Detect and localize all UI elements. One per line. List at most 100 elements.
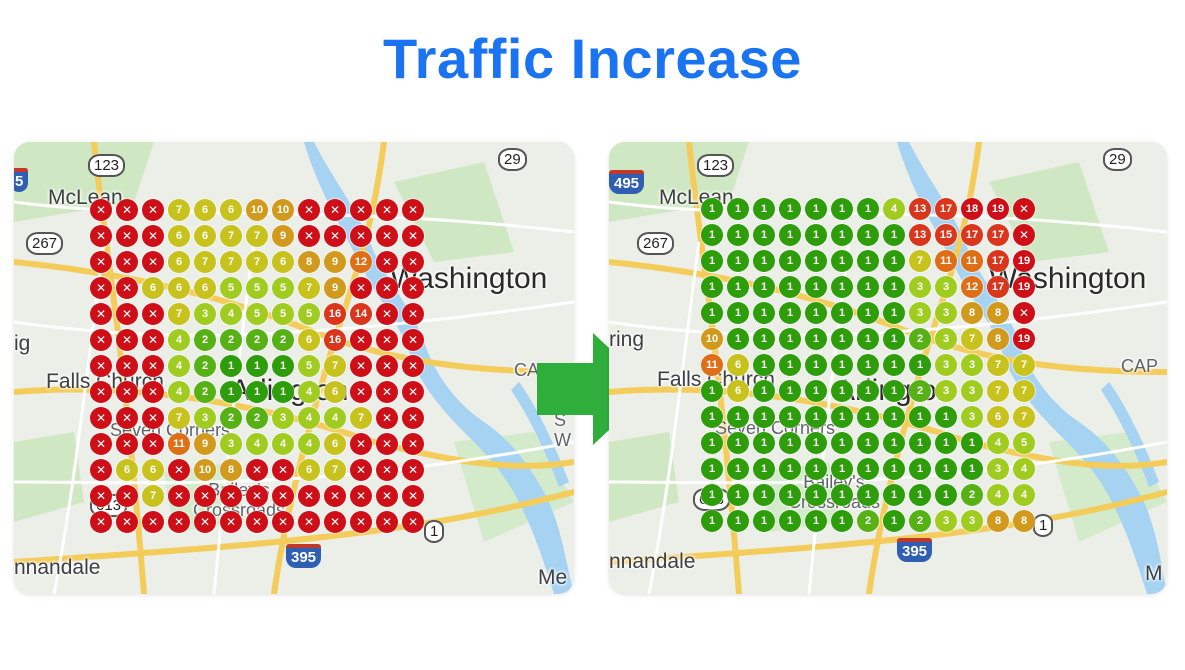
rank-marker-not-ranked: ✕ [142, 199, 164, 221]
rank-marker-not-ranked: ✕ [116, 355, 138, 377]
rank-marker: 1 [779, 510, 801, 532]
rank-marker: 8 [987, 510, 1009, 532]
label-edge-bottom-right: M [1145, 562, 1163, 585]
rank-marker: 2 [909, 380, 931, 402]
rank-marker-not-ranked: ✕ [376, 355, 398, 377]
rank-marker: 1 [272, 381, 294, 403]
rank-marker: 1 [701, 510, 723, 532]
rank-marker: 6 [142, 459, 164, 481]
rank-marker-not-ranked: ✕ [90, 355, 112, 377]
rank-marker-not-ranked: ✕ [376, 303, 398, 325]
rank-marker: 1 [701, 432, 723, 454]
rank-marker-not-ranked: ✕ [376, 485, 398, 507]
rank-marker: 1 [883, 224, 905, 246]
rank-marker-not-ranked: ✕ [220, 511, 242, 533]
rank-marker: 6 [194, 225, 216, 247]
rank-marker: 1 [883, 276, 905, 298]
rank-marker: 1 [753, 328, 775, 350]
rank-marker-not-ranked: ✕ [402, 251, 424, 273]
rank-marker: 1 [727, 250, 749, 272]
rank-marker: 7 [961, 328, 983, 350]
rank-marker-not-ranked: ✕ [90, 303, 112, 325]
rank-marker: 6 [220, 199, 242, 221]
rank-marker: 1 [831, 458, 853, 480]
rank-marker: 2 [246, 329, 268, 351]
rank-marker: 1 [831, 250, 853, 272]
rank-marker-not-ranked: ✕ [90, 199, 112, 221]
rank-marker: 1 [727, 484, 749, 506]
rank-marker: 7 [168, 303, 190, 325]
rank-marker-not-ranked: ✕ [298, 485, 320, 507]
route-29-shield: 29 [1103, 148, 1132, 171]
rank-marker-not-ranked: ✕ [168, 485, 190, 507]
rank-marker: 1 [753, 406, 775, 428]
rank-marker: 1 [701, 250, 723, 272]
rank-marker: 6 [987, 406, 1009, 428]
rank-marker: 17 [987, 250, 1009, 272]
rank-marker: 1 [883, 432, 905, 454]
rank-marker: 9 [194, 433, 216, 455]
rank-marker: 1 [753, 510, 775, 532]
rank-marker: 11 [961, 250, 983, 272]
rank-marker: 8 [1013, 510, 1035, 532]
rank-marker-not-ranked: ✕ [116, 251, 138, 273]
rank-marker: 1 [935, 458, 957, 480]
rank-marker: 1 [831, 432, 853, 454]
rank-marker: 1 [805, 328, 827, 350]
rank-marker: 1 [272, 355, 294, 377]
rank-marker: 3 [909, 276, 931, 298]
rank-marker: 7 [987, 380, 1009, 402]
label-annandale: nnandale [14, 556, 101, 579]
rank-marker: 12 [350, 251, 372, 273]
rank-marker-not-ranked: ✕ [142, 329, 164, 351]
rank-marker: 1 [935, 406, 957, 428]
rank-marker-not-ranked: ✕ [90, 225, 112, 247]
rank-marker-not-ranked: ✕ [90, 251, 112, 273]
rank-marker: 1 [805, 198, 827, 220]
rank-marker: 4 [987, 484, 1009, 506]
map-after: McLean Washington Falls Church Arlington… [609, 142, 1167, 594]
rank-marker: 1 [701, 380, 723, 402]
rank-marker-not-ranked: ✕ [116, 277, 138, 299]
rank-marker: 7 [298, 277, 320, 299]
rank-marker: 6 [298, 329, 320, 351]
rank-marker: 1 [779, 302, 801, 324]
rank-marker: 1 [805, 380, 827, 402]
rank-marker-not-ranked: ✕ [402, 459, 424, 481]
rank-marker: 1 [935, 484, 957, 506]
rank-marker: 1 [857, 432, 879, 454]
rank-marker: 1 [753, 432, 775, 454]
rank-marker: 2 [909, 328, 931, 350]
rank-marker: 1 [909, 406, 931, 428]
label-edge-left: ig [14, 332, 31, 355]
rank-marker: 1 [857, 328, 879, 350]
rank-marker: 7 [168, 199, 190, 221]
rank-marker-not-ranked: ✕ [298, 511, 320, 533]
rank-marker: 1 [857, 302, 879, 324]
rank-marker: 1 [753, 380, 775, 402]
rank-marker-not-ranked: ✕ [376, 433, 398, 455]
rank-marker-not-ranked: ✕ [142, 251, 164, 273]
rank-marker: 1 [701, 224, 723, 246]
rank-marker: 4 [1013, 484, 1035, 506]
rank-marker-not-ranked: ✕ [402, 407, 424, 429]
rank-marker-not-ranked: ✕ [116, 407, 138, 429]
rank-marker-not-ranked: ✕ [402, 355, 424, 377]
route-1-shield: 1 [1033, 514, 1054, 537]
rank-marker: 1 [883, 302, 905, 324]
rank-marker: 2 [194, 355, 216, 377]
rank-marker: 1 [805, 302, 827, 324]
rank-marker-not-ranked: ✕ [402, 329, 424, 351]
rank-marker: 1 [727, 432, 749, 454]
rank-marker-not-ranked: ✕ [90, 511, 112, 533]
rank-marker: 1 [857, 406, 879, 428]
rank-marker: 3 [935, 302, 957, 324]
rank-marker: 10 [246, 199, 268, 221]
rank-marker: 1 [883, 250, 905, 272]
rank-marker: 1 [753, 302, 775, 324]
rank-marker: 1 [883, 510, 905, 532]
route-123-shield: 123 [88, 154, 126, 177]
rank-marker-not-ranked: ✕ [350, 329, 372, 351]
rank-marker: 14 [350, 303, 372, 325]
rank-marker: 1 [701, 198, 723, 220]
